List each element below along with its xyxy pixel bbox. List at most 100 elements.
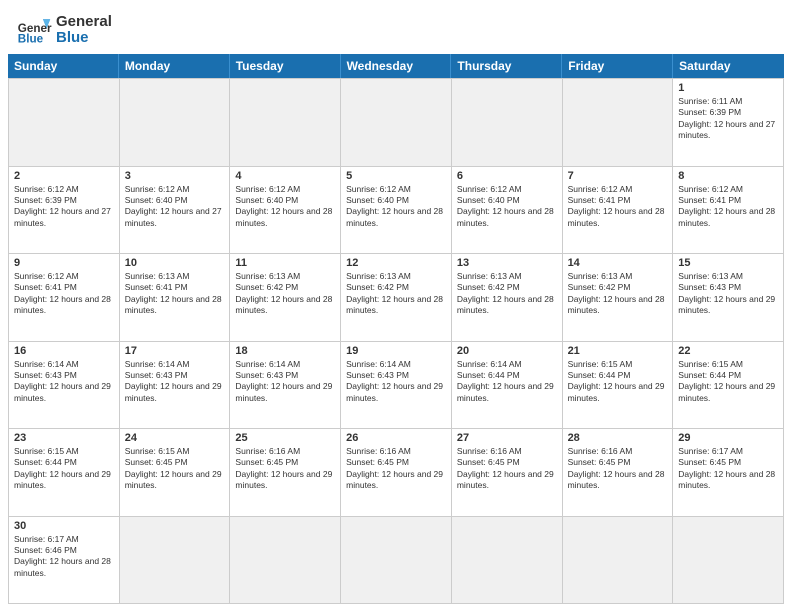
calendar-cell (120, 517, 231, 605)
day-info: Sunrise: 6:12 AM Sunset: 6:40 PM Dayligh… (346, 184, 446, 230)
day-number: 25 (235, 432, 335, 444)
day-info: Sunrise: 6:12 AM Sunset: 6:40 PM Dayligh… (235, 184, 335, 230)
page: General Blue General Blue SundayMondayTu… (0, 0, 792, 612)
day-number: 29 (678, 432, 778, 444)
calendar-cell (452, 79, 563, 167)
day-number: 10 (125, 257, 225, 269)
calendar-cell: 22 Sunrise: 6:15 AM Sunset: 6:44 PM Dayli… (673, 342, 784, 430)
logo-general-text: General (56, 14, 112, 31)
logo: General Blue General Blue (16, 12, 112, 48)
calendar-cell (563, 79, 674, 167)
day-info: Sunrise: 6:13 AM Sunset: 6:42 PM Dayligh… (568, 271, 668, 317)
calendar-cell: 26 Sunrise: 6:16 AM Sunset: 6:45 PM Dayli… (341, 429, 452, 517)
day-info: Sunrise: 6:13 AM Sunset: 6:41 PM Dayligh… (125, 271, 225, 317)
calendar-cell: 16 Sunrise: 6:14 AM Sunset: 6:43 PM Dayli… (9, 342, 120, 430)
day-info: Sunrise: 6:16 AM Sunset: 6:45 PM Dayligh… (346, 446, 446, 492)
day-info: Sunrise: 6:17 AM Sunset: 6:46 PM Dayligh… (14, 534, 114, 580)
day-info: Sunrise: 6:15 AM Sunset: 6:45 PM Dayligh… (125, 446, 225, 492)
day-info: Sunrise: 6:11 AM Sunset: 6:39 PM Dayligh… (678, 96, 778, 142)
day-number: 5 (346, 170, 446, 182)
calendar-cell: 28 Sunrise: 6:16 AM Sunset: 6:45 PM Dayli… (563, 429, 674, 517)
day-number: 11 (235, 257, 335, 269)
day-info: Sunrise: 6:16 AM Sunset: 6:45 PM Dayligh… (235, 446, 335, 492)
day-number: 28 (568, 432, 668, 444)
day-info: Sunrise: 6:12 AM Sunset: 6:41 PM Dayligh… (14, 271, 114, 317)
day-number: 16 (14, 345, 114, 357)
weekday-header-thursday: Thursday (451, 54, 562, 78)
calendar-body: 1 Sunrise: 6:11 AM Sunset: 6:39 PM Daylig… (8, 78, 784, 604)
day-info: Sunrise: 6:12 AM Sunset: 6:39 PM Dayligh… (14, 184, 114, 230)
header: General Blue General Blue (0, 0, 792, 54)
day-number: 14 (568, 257, 668, 269)
day-number: 6 (457, 170, 557, 182)
calendar-cell: 14 Sunrise: 6:13 AM Sunset: 6:42 PM Dayli… (563, 254, 674, 342)
calendar-cell: 23Sunrise: 6:15 AM Sunset: 6:44 PM Dayli… (9, 429, 120, 517)
day-number: 13 (457, 257, 557, 269)
calendar-cell: 13 Sunrise: 6:13 AM Sunset: 6:42 PM Dayli… (452, 254, 563, 342)
calendar-cell: 3Sunrise: 6:12 AM Sunset: 6:40 PM Daylig… (120, 167, 231, 255)
calendar-cell: 7Sunrise: 6:12 AM Sunset: 6:41 PM Daylig… (563, 167, 674, 255)
calendar-cell: 5 Sunrise: 6:12 AM Sunset: 6:40 PM Daylig… (341, 167, 452, 255)
day-number: 21 (568, 345, 668, 357)
logo-icon: General Blue (16, 12, 52, 48)
calendar-cell: 12Sunrise: 6:13 AM Sunset: 6:42 PM Dayli… (341, 254, 452, 342)
day-number: 9 (14, 257, 114, 269)
day-info: Sunrise: 6:16 AM Sunset: 6:45 PM Dayligh… (568, 446, 668, 492)
day-number: 1 (678, 82, 778, 94)
calendar-cell (230, 517, 341, 605)
day-number: 18 (235, 345, 335, 357)
day-info: Sunrise: 6:15 AM Sunset: 6:44 PM Dayligh… (678, 359, 778, 405)
day-info: Sunrise: 6:15 AM Sunset: 6:44 PM Dayligh… (14, 446, 114, 492)
day-number: 19 (346, 345, 446, 357)
calendar-cell (673, 517, 784, 605)
weekday-header-friday: Friday (562, 54, 673, 78)
calendar-cell (341, 517, 452, 605)
day-number: 12 (346, 257, 446, 269)
day-number: 17 (125, 345, 225, 357)
day-number: 30 (14, 520, 114, 532)
calendar-cell: 24 Sunrise: 6:15 AM Sunset: 6:45 PM Dayli… (120, 429, 231, 517)
day-number: 4 (235, 170, 335, 182)
day-info: Sunrise: 6:15 AM Sunset: 6:44 PM Dayligh… (568, 359, 668, 405)
day-number: 3 (125, 170, 225, 182)
day-info: Sunrise: 6:12 AM Sunset: 6:40 PM Dayligh… (457, 184, 557, 230)
calendar-cell: 20Sunrise: 6:14 AM Sunset: 6:44 PM Dayli… (452, 342, 563, 430)
day-info: Sunrise: 6:13 AM Sunset: 6:42 PM Dayligh… (457, 271, 557, 317)
day-number: 2 (14, 170, 114, 182)
day-number: 24 (125, 432, 225, 444)
day-info: Sunrise: 6:14 AM Sunset: 6:43 PM Dayligh… (125, 359, 225, 405)
calendar-cell (120, 79, 231, 167)
day-number: 7 (568, 170, 668, 182)
calendar-cell: 9 Sunrise: 6:12 AM Sunset: 6:41 PM Daylig… (9, 254, 120, 342)
svg-text:Blue: Blue (18, 33, 44, 46)
day-number: 15 (678, 257, 778, 269)
calendar-cell: 27 Sunrise: 6:16 AM Sunset: 6:45 PM Dayli… (452, 429, 563, 517)
calendar-header: SundayMondayTuesdayWednesdayThursdayFrid… (8, 54, 784, 78)
calendar-cell: 18 Sunrise: 6:14 AM Sunset: 6:43 PM Dayli… (230, 342, 341, 430)
day-number: 8 (678, 170, 778, 182)
weekday-header-wednesday: Wednesday (341, 54, 452, 78)
calendar-cell: 29 Sunrise: 6:17 AM Sunset: 6:45 PM Dayli… (673, 429, 784, 517)
calendar-cell: 19Sunrise: 6:14 AM Sunset: 6:43 PM Dayli… (341, 342, 452, 430)
day-info: Sunrise: 6:14 AM Sunset: 6:43 PM Dayligh… (14, 359, 114, 405)
day-info: Sunrise: 6:13 AM Sunset: 6:43 PM Dayligh… (678, 271, 778, 317)
calendar: SundayMondayTuesdayWednesdayThursdayFrid… (0, 54, 792, 612)
calendar-cell: 17 Sunrise: 6:14 AM Sunset: 6:43 PM Dayli… (120, 342, 231, 430)
day-info: Sunrise: 6:13 AM Sunset: 6:42 PM Dayligh… (235, 271, 335, 317)
logo-blue-text: Blue (56, 30, 112, 47)
day-number: 26 (346, 432, 446, 444)
calendar-cell: 15 Sunrise: 6:13 AM Sunset: 6:43 PM Dayli… (673, 254, 784, 342)
calendar-cell: 25 Sunrise: 6:16 AM Sunset: 6:45 PM Dayli… (230, 429, 341, 517)
calendar-cell (230, 79, 341, 167)
calendar-cell: 4 Sunrise: 6:12 AM Sunset: 6:40 PM Daylig… (230, 167, 341, 255)
day-number: 20 (457, 345, 557, 357)
weekday-header-sunday: Sunday (8, 54, 119, 78)
day-info: Sunrise: 6:17 AM Sunset: 6:45 PM Dayligh… (678, 446, 778, 492)
day-info: Sunrise: 6:14 AM Sunset: 6:43 PM Dayligh… (235, 359, 335, 405)
calendar-cell: 2 Sunrise: 6:12 AM Sunset: 6:39 PM Daylig… (9, 167, 120, 255)
day-number: 22 (678, 345, 778, 357)
day-number: 27 (457, 432, 557, 444)
weekday-header-saturday: Saturday (673, 54, 784, 78)
calendar-cell: 11 Sunrise: 6:13 AM Sunset: 6:42 PM Dayli… (230, 254, 341, 342)
day-info: Sunrise: 6:16 AM Sunset: 6:45 PM Dayligh… (457, 446, 557, 492)
